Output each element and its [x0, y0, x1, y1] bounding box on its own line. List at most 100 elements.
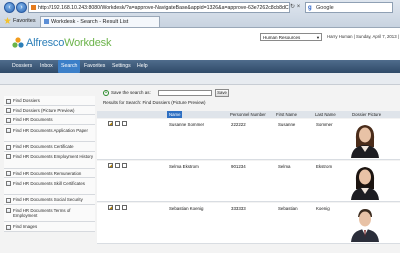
- table-row[interactable]: Susanne Sommer 222222 Susanne Sommer: [97, 119, 400, 160]
- logo-prefix: Alfresco: [26, 37, 65, 49]
- search-template-icon: [6, 224, 11, 230]
- search-template-icon: [6, 207, 11, 213]
- search-template-icon: [6, 171, 11, 177]
- menu-item-help[interactable]: Help: [137, 60, 148, 73]
- menu-item-dossiers[interactable]: Dossiers: [12, 60, 32, 73]
- table-row[interactable]: Selma Ekstrom 901234 Selma Ekstrom: [97, 161, 400, 202]
- row-actions: [108, 163, 129, 168]
- workdesk-app: AlfrescoWorkdesk Human Resources ▼ Harry…: [0, 28, 400, 253]
- back-icon[interactable]: ‹: [4, 2, 15, 13]
- main-menu: Dossiers Inbox Search Favorites Settings Help: [0, 60, 400, 73]
- browser-tab[interactable]: Workdesk - Search - Result List: [40, 16, 160, 27]
- properties-icon[interactable]: [122, 163, 127, 168]
- save-search-label: Save the search as:: [111, 90, 151, 95]
- sidebar-item[interactable]: Find Dossiers (Picture Preview): [4, 105, 95, 116]
- column-name[interactable]: Name: [167, 111, 183, 118]
- sidebar-item-label: Find HR Documents Employment History: [13, 154, 94, 160]
- browser-search-placeholder: Google: [316, 5, 334, 11]
- alfresco-logo-icon: [12, 37, 24, 48]
- save-search-icon: •: [103, 90, 109, 96]
- search-template-icon: [6, 127, 11, 133]
- sidebar-item-label: Find HR Documents Remuneration: [13, 170, 82, 176]
- dossier-photo: [347, 163, 383, 200]
- save-button[interactable]: Save: [215, 89, 229, 97]
- dossier-photo: [347, 205, 383, 242]
- properties-icon[interactable]: [122, 205, 127, 210]
- department-value: Human Resources: [263, 35, 301, 40]
- document-icon[interactable]: [115, 205, 120, 210]
- sidebar-item[interactable]: Find HR Documents Remuneration: [4, 168, 95, 179]
- save-search-input[interactable]: [158, 90, 212, 96]
- site-favicon-icon: [31, 5, 36, 10]
- sidebar-item-label: Find HR Documents Certificate: [13, 144, 74, 150]
- sidebar-item-label: Find HR Documents Terms of Employment: [13, 207, 71, 219]
- menu-item-search[interactable]: Search: [58, 60, 81, 73]
- cell-last: Ekstrom: [316, 164, 333, 169]
- results-panel: • Save the search as: Save Results for S…: [97, 86, 400, 253]
- search-template-icon: [6, 154, 11, 160]
- browser-search-box[interactable]: g Google: [305, 2, 393, 13]
- sidebar-item-label: Find HR Documents Skill Certificates: [13, 180, 85, 186]
- cell-last: Koenig: [316, 206, 330, 211]
- sidebar-item[interactable]: Find HR Documents: [4, 115, 95, 126]
- edit-icon[interactable]: [108, 163, 113, 168]
- sidebar-item[interactable]: Find HR Documents Skill Certificates: [4, 178, 95, 196]
- search-template-icon: [6, 180, 11, 186]
- menu-item-favorites[interactable]: Favorites: [84, 60, 105, 73]
- favorites-bar: Favorites Workdesk - Search - Result Lis…: [0, 15, 400, 27]
- search-template-icon: [6, 117, 11, 123]
- column-personnel-number[interactable]: Personnel Number: [230, 111, 266, 118]
- search-template-icon: [6, 108, 11, 114]
- favorites-label[interactable]: Favorites: [13, 15, 36, 27]
- sidebar-item-label: Find Images: [13, 224, 38, 230]
- sidebar-item[interactable]: Find HR Documents Certificate: [4, 142, 95, 152]
- forward-icon[interactable]: ›: [16, 2, 27, 13]
- sidebar-item-label: Find Dossiers (Picture Preview): [13, 107, 75, 113]
- sidebar-item[interactable]: Find Dossiers: [4, 96, 95, 106]
- search-templates-sidebar: Find Dossiers Find Dossiers (Picture Prev…: [4, 96, 95, 253]
- cell-first: Susanne: [278, 122, 296, 127]
- cell-first: Selma: [278, 164, 291, 169]
- edit-icon[interactable]: [108, 121, 113, 126]
- row-actions: [108, 121, 129, 126]
- search-template-icon: [6, 98, 11, 104]
- table-row[interactable]: Sebastian Koenig 333333 Sebastian Koenig: [97, 203, 400, 244]
- user-info: Harry Human | Sunday, April 7, 2013 |: [327, 34, 399, 39]
- document-icon[interactable]: [115, 163, 120, 168]
- sidebar-item-label: Find Dossiers: [13, 98, 40, 103]
- app-header: AlfrescoWorkdesk Human Resources ▼ Harry…: [0, 28, 400, 60]
- app-logo-text: AlfrescoWorkdesk: [26, 37, 111, 49]
- dossier-photo: [347, 121, 383, 158]
- sidebar-item[interactable]: Find HR Documents Application Paper: [4, 125, 95, 143]
- cell-name: Selma Ekstrom: [169, 164, 199, 169]
- sidebar-item[interactable]: Find HR Documents Employment History: [4, 151, 95, 169]
- results-title: Results for Search: Find Dossiers (Pictu…: [103, 100, 206, 105]
- column-last-name[interactable]: Last Name: [315, 111, 336, 118]
- sidebar-item[interactable]: Find HR Documents Social Security: [4, 195, 95, 206]
- tab-page-icon: [44, 19, 49, 24]
- cell-name: Sebastian Koenig: [169, 206, 204, 211]
- cell-first: Sebastian: [278, 206, 298, 211]
- menu-item-inbox[interactable]: Inbox: [40, 60, 53, 73]
- browser-chrome: ‹ › http://192.168.10.243:8080/Workdesk/…: [0, 0, 400, 28]
- sidebar-item[interactable]: Find HR Documents Terms of Employment: [4, 205, 95, 223]
- menu-item-settings[interactable]: Settings: [112, 60, 131, 73]
- cell-personnel: 333333: [231, 206, 246, 211]
- logo-suffix: Workdesk: [64, 37, 112, 49]
- favorites-star-icon[interactable]: [4, 17, 11, 24]
- address-bar[interactable]: http://192.168.10.243:8080/Workdesk/?a=a…: [28, 2, 290, 13]
- google-icon: g: [308, 5, 312, 11]
- edit-icon[interactable]: [108, 205, 113, 210]
- sidebar-item-label: Find HR Documents: [13, 117, 53, 123]
- document-icon[interactable]: [115, 121, 120, 126]
- sidebar-item-label: Find HR Documents Application Paper: [13, 127, 88, 133]
- properties-icon[interactable]: [122, 121, 127, 126]
- department-select[interactable]: Human Resources ▼: [260, 33, 322, 41]
- cell-last: Sommer: [316, 122, 333, 127]
- refresh-stop-icons[interactable]: ↻ ×: [290, 3, 300, 10]
- column-first-name[interactable]: First Name: [276, 111, 297, 118]
- chevron-down-icon: ▼: [316, 35, 320, 40]
- column-dossier-picture[interactable]: Dossier Picture: [352, 111, 381, 118]
- cell-personnel: 222222: [231, 122, 246, 127]
- sidebar-item[interactable]: Find Images: [4, 222, 95, 232]
